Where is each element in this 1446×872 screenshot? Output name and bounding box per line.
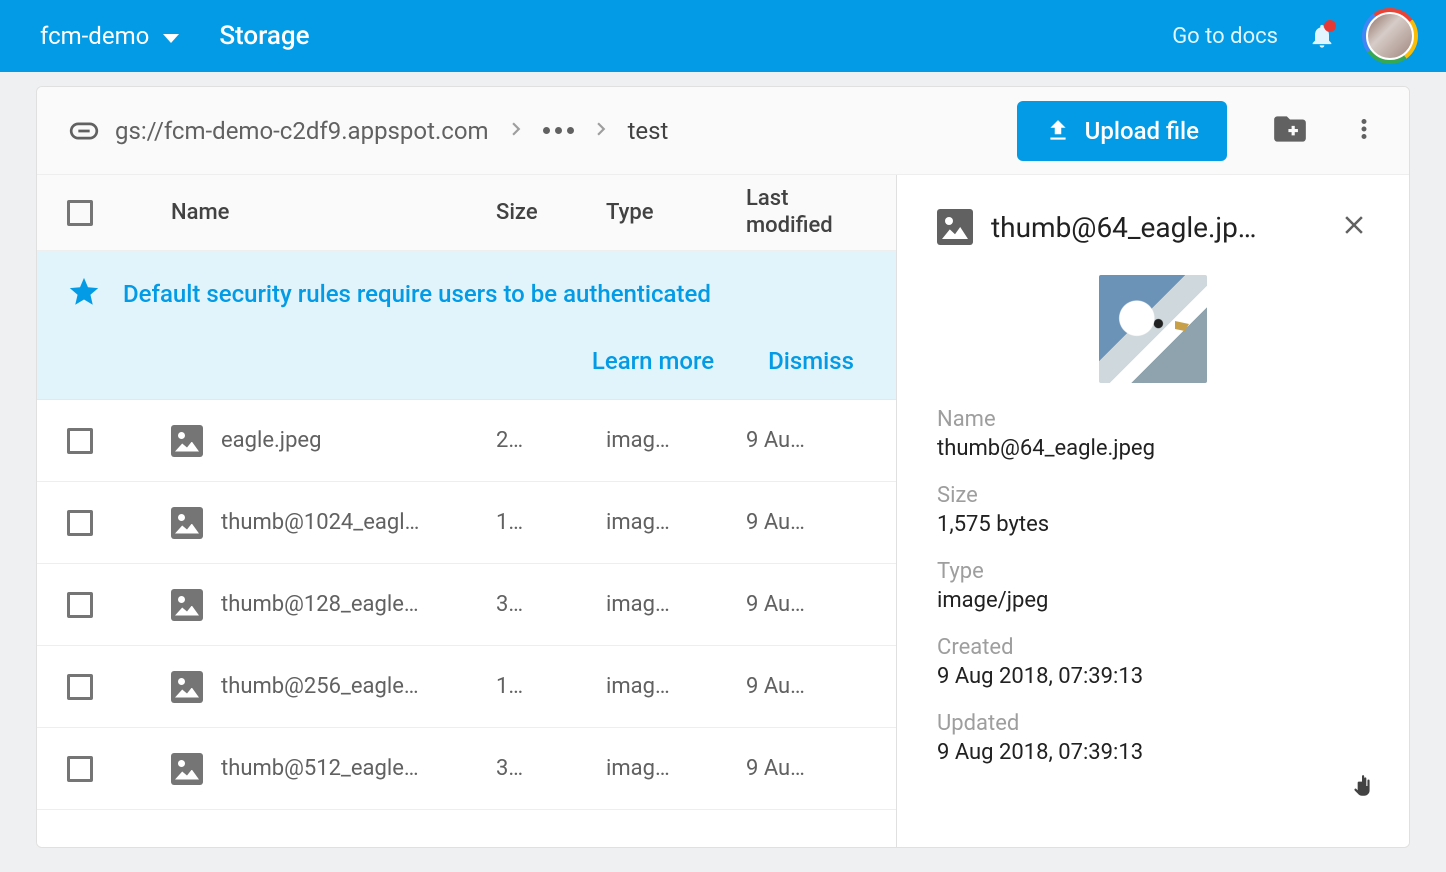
- image-file-icon: [171, 425, 203, 457]
- learn-more-button[interactable]: Learn more: [592, 347, 714, 375]
- file-name: thumb@256_eagle…: [221, 674, 419, 699]
- detail-created-value: 9 Aug 2018, 07:39:13: [937, 664, 1369, 689]
- table-header: Name Size Type Last modified: [37, 175, 896, 251]
- row-checkbox[interactable]: [67, 592, 93, 618]
- file-size: 1…: [496, 510, 606, 535]
- detail-file-title: thumb@64_eagle.jp…: [991, 211, 1321, 244]
- image-file-icon: [171, 671, 203, 703]
- detail-size-label: Size: [937, 483, 1369, 508]
- column-header-type[interactable]: Type: [606, 200, 746, 225]
- file-size: 2…: [496, 428, 606, 453]
- file-date: 9 Au…: [746, 592, 866, 617]
- upload-button-label: Upload file: [1085, 117, 1199, 145]
- chevron-down-icon: [163, 34, 179, 43]
- detail-name-label: Name: [937, 407, 1369, 432]
- file-size: 3…: [496, 756, 606, 781]
- file-type: imag…: [606, 428, 746, 453]
- detail-created-label: Created: [937, 635, 1369, 660]
- avatar-image: [1366, 12, 1414, 60]
- link-icon[interactable]: [67, 114, 101, 148]
- more-vert-icon: [1349, 114, 1379, 144]
- account-avatar[interactable]: [1362, 8, 1418, 64]
- detail-updated-value: 9 Aug 2018, 07:39:13: [937, 740, 1369, 765]
- column-header-last-modified[interactable]: Last modified: [746, 186, 866, 239]
- breadcrumb-bucket[interactable]: gs://fcm-demo-c2df9.appspot.com: [115, 117, 489, 145]
- project-selector[interactable]: fcm-demo: [40, 22, 179, 50]
- path-toolbar: gs://fcm-demo-c2df9.appspot.com test Upl…: [37, 87, 1409, 175]
- detail-updated-label: Updated: [937, 711, 1369, 736]
- table-row[interactable]: thumb@1024_eagl… 1…imag…9 Au…: [37, 482, 896, 564]
- security-rules-banner: Default security rules require users to …: [37, 251, 896, 400]
- new-folder-button[interactable]: [1271, 110, 1309, 152]
- image-file-icon: [171, 507, 203, 539]
- image-file-icon: [171, 589, 203, 621]
- file-type: imag…: [606, 756, 746, 781]
- file-name: thumb@512_eagle…: [221, 756, 419, 781]
- close-icon: [1339, 210, 1369, 240]
- file-type: imag…: [606, 592, 746, 617]
- chevron-right-icon: [588, 116, 614, 146]
- banner-message: Default security rules require users to …: [123, 280, 711, 308]
- image-file-icon: [171, 753, 203, 785]
- file-name: eagle.jpeg: [221, 428, 321, 453]
- file-type: imag…: [606, 510, 746, 535]
- row-checkbox[interactable]: [67, 510, 93, 536]
- row-checkbox[interactable]: [67, 756, 93, 782]
- section-title: Storage: [219, 21, 309, 51]
- table-row[interactable]: eagle.jpeg 2…imag…9 Au…: [37, 400, 896, 482]
- breadcrumb-ellipsis[interactable]: [543, 127, 574, 134]
- file-date: 9 Au…: [746, 756, 866, 781]
- detail-name-value: thumb@64_eagle.jpeg: [937, 436, 1369, 461]
- thumbnail-preview[interactable]: [1099, 275, 1207, 383]
- detail-type-value: image/jpeg: [937, 588, 1369, 613]
- storage-card: gs://fcm-demo-c2df9.appspot.com test Upl…: [36, 86, 1410, 848]
- notifications-button[interactable]: [1302, 16, 1342, 56]
- file-detail-pane: thumb@64_eagle.jp… Name thumb@64_eagle.jp…: [897, 175, 1409, 847]
- detail-size-value: 1,575 bytes: [937, 512, 1369, 537]
- go-to-docs-link[interactable]: Go to docs: [1172, 24, 1278, 49]
- file-date: 9 Au…: [746, 510, 866, 535]
- detail-type-label: Type: [937, 559, 1369, 584]
- file-size: 3…: [496, 592, 606, 617]
- table-row[interactable]: thumb@256_eagle… 1…imag…9 Au…: [37, 646, 896, 728]
- file-name: thumb@128_eagle…: [221, 592, 419, 617]
- select-all-checkbox[interactable]: [67, 200, 93, 226]
- column-header-name[interactable]: Name: [127, 200, 496, 225]
- close-detail-button[interactable]: [1339, 210, 1369, 244]
- breadcrumb-current[interactable]: test: [628, 117, 669, 145]
- hand-cursor-icon: [1349, 773, 1375, 803]
- chevron-right-icon: [503, 116, 529, 146]
- table-row[interactable]: thumb@128_eagle… 3…imag…9 Au…: [37, 564, 896, 646]
- file-date: 9 Au…: [746, 428, 866, 453]
- upload-icon: [1045, 118, 1071, 144]
- image-file-icon: [937, 209, 973, 245]
- row-checkbox[interactable]: [67, 428, 93, 454]
- star-icon: [67, 275, 101, 313]
- table-row[interactable]: thumb@512_eagle… 3…imag…9 Au…: [37, 728, 896, 810]
- folder-plus-icon: [1271, 110, 1309, 148]
- column-header-size[interactable]: Size: [496, 200, 606, 225]
- file-name: thumb@1024_eagl…: [221, 510, 419, 535]
- notification-dot-icon: [1324, 20, 1336, 32]
- file-size: 1…: [496, 674, 606, 699]
- project-name: fcm-demo: [40, 22, 149, 50]
- file-date: 9 Au…: [746, 674, 866, 699]
- dismiss-button[interactable]: Dismiss: [768, 347, 854, 375]
- app-bar: fcm-demo Storage Go to docs: [0, 0, 1446, 72]
- overflow-menu-button[interactable]: [1349, 114, 1379, 148]
- row-checkbox[interactable]: [67, 674, 93, 700]
- file-type: imag…: [606, 674, 746, 699]
- upload-file-button[interactable]: Upload file: [1017, 101, 1227, 161]
- file-list-pane: Name Size Type Last modified Default sec…: [37, 175, 897, 847]
